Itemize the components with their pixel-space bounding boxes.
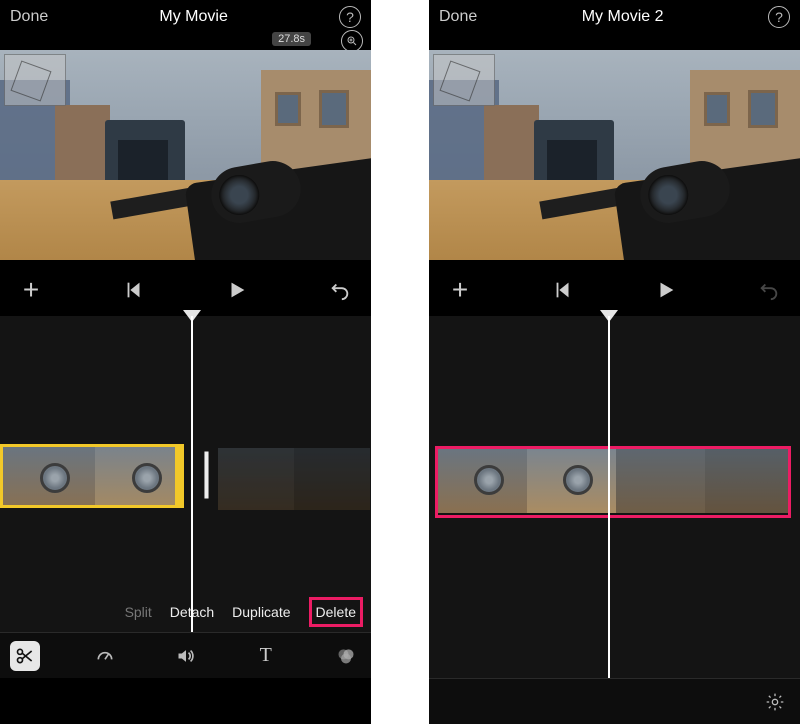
video-preview[interactable] <box>429 50 800 260</box>
header: Done My Movie 2 ? <box>429 0 800 32</box>
left-screenshot: Done My Movie ? 27.8s + <box>0 0 371 724</box>
play-button[interactable] <box>651 275 681 305</box>
split-action[interactable]: Split <box>125 604 152 620</box>
game-minimap <box>433 54 495 106</box>
time-bar <box>429 32 800 50</box>
done-button[interactable]: Done <box>439 8 477 26</box>
skip-back-button[interactable] <box>119 275 149 305</box>
play-button[interactable] <box>222 275 252 305</box>
selected-clip[interactable] <box>0 444 184 508</box>
transport-bar: + <box>429 260 800 316</box>
right-screenshot: Done My Movie 2 ? + <box>429 0 800 724</box>
time-bar: 27.8s <box>0 32 371 50</box>
transport-bar: + <box>0 260 371 316</box>
weapon-overlay <box>560 120 800 260</box>
add-media-button[interactable]: + <box>445 275 475 305</box>
zoom-icon[interactable] <box>341 30 363 52</box>
volume-tool[interactable] <box>171 641 201 671</box>
timeline[interactable]: | Split Detach Duplicate Delete <box>0 316 371 632</box>
split-indicator: | <box>200 442 213 500</box>
game-minimap <box>4 54 66 106</box>
project-title: My Movie <box>159 8 227 26</box>
playhead[interactable] <box>191 316 193 632</box>
clip-action-bar: Split Detach Duplicate Delete <box>0 592 371 632</box>
playhead-timestamp: 27.8s <box>272 32 311 46</box>
speed-tool[interactable] <box>90 641 120 671</box>
done-button[interactable]: Done <box>10 8 48 26</box>
add-media-button[interactable]: + <box>16 275 46 305</box>
bottom-toolbar <box>429 678 800 724</box>
bottom-toolbar: T <box>0 632 371 678</box>
project-title: My Movie 2 <box>582 8 664 26</box>
weapon-overlay <box>131 120 371 260</box>
settings-gear-icon[interactable] <box>760 687 790 717</box>
undo-button <box>754 275 784 305</box>
clip-trim-handle-right[interactable] <box>175 444 184 508</box>
duplicate-action[interactable]: Duplicate <box>232 604 290 620</box>
delete-action[interactable]: Delete <box>309 597 363 627</box>
undo-button[interactable] <box>325 275 355 305</box>
filters-tool[interactable] <box>331 641 361 671</box>
playhead[interactable] <box>608 316 610 678</box>
header: Done My Movie ? <box>0 0 371 32</box>
scissors-tool[interactable] <box>10 641 40 671</box>
timeline[interactable] <box>429 316 800 678</box>
help-icon[interactable]: ? <box>768 6 790 28</box>
highlighted-clip-selection[interactable] <box>435 446 791 518</box>
help-icon[interactable]: ? <box>339 6 361 28</box>
text-tool[interactable]: T <box>251 641 281 671</box>
video-preview[interactable] <box>0 50 371 260</box>
second-clip[interactable] <box>218 448 370 510</box>
skip-back-button[interactable] <box>548 275 578 305</box>
